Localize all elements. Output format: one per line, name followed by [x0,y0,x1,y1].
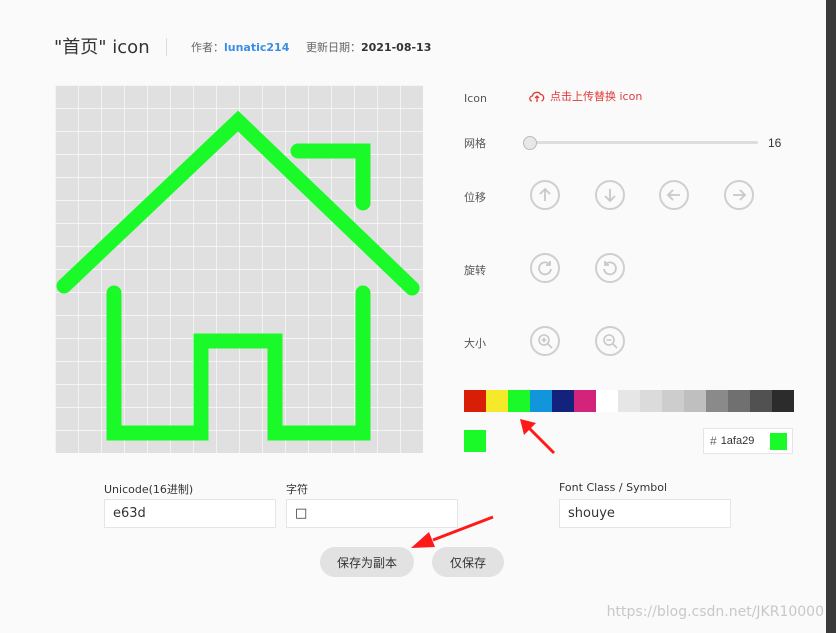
palette-swatch[interactable] [596,390,618,412]
upload-text: 点击上传替换 icon [550,90,643,103]
rotate-label: 旋转 [464,264,486,277]
palette-swatch[interactable] [508,390,530,412]
grid-label: 网格 [464,137,486,150]
date-value: 2021-08-13 [361,41,432,54]
icon-preview-svg [55,85,423,453]
zoom-out-button[interactable] [595,326,625,356]
hex-value: 1afa29 [720,435,755,447]
size-label: 大小 [464,337,486,350]
arrow-right-icon [733,189,747,201]
icon-canvas[interactable] [55,85,423,453]
rotate-right-icon [538,261,552,276]
palette-swatch[interactable] [574,390,596,412]
author-link[interactable]: lunatic214 [224,41,289,54]
rotate-counterclockwise-button[interactable] [595,253,625,283]
move-left-button[interactable] [659,180,689,210]
grid-slider-track[interactable] [530,141,758,144]
page-title: "首页" icon [54,37,150,58]
zoom-in-button[interactable] [530,326,560,356]
arrow-up-icon [539,187,551,201]
unicode-label: Unicode(16进制) [104,483,194,496]
grid-slider-thumb[interactable] [523,136,537,150]
icon-editor-panel: "首页" icon 作者：lunatic214 更新日期：2021-08-13 … [0,0,826,633]
palette-swatch[interactable] [486,390,508,412]
palette-swatch[interactable] [552,390,574,412]
save-only-button[interactable]: 仅保存 [432,547,504,577]
hex-color-input[interactable]: # 1afa29 [703,428,793,454]
current-color-swatch[interactable] [464,430,486,452]
unicode-input[interactable]: e63d [104,499,276,528]
color-palette [464,390,794,412]
move-down-button[interactable] [595,180,625,210]
author-label: 作者： [191,41,224,54]
arrow-down-icon [604,189,616,203]
move-label: 位移 [464,191,486,204]
rotate-clockwise-button[interactable] [530,253,560,283]
update-date: 更新日期：2021-08-13 [306,39,431,55]
palette-swatch[interactable] [750,390,772,412]
palette-swatch[interactable] [684,390,706,412]
hash-symbol: # [710,434,717,448]
upload-icon-link[interactable]: 点击上传替换 icon [528,88,642,104]
font-class-input[interactable]: shouye [559,499,731,528]
date-label: 更新日期： [306,41,361,54]
icon-label: Icon [464,92,487,105]
author-info: 作者：lunatic214 [191,39,289,55]
palette-swatch[interactable] [464,390,486,412]
font-class-label: Font Class / Symbol [559,481,668,494]
save-as-copy-button[interactable]: 保存为副本 [320,547,414,577]
zoom-in-icon [538,334,553,349]
title-divider [166,38,167,56]
move-right-button[interactable] [724,180,754,210]
watermark: https://blog.csdn.net/JKR10000 [606,604,824,620]
char-input[interactable]: □ [286,499,458,528]
palette-swatch[interactable] [772,390,794,412]
rotate-left-icon [603,261,617,276]
zoom-out-icon [603,334,618,349]
palette-swatch[interactable] [728,390,750,412]
move-up-button[interactable] [530,180,560,210]
hex-color-preview [770,432,787,450]
palette-swatch[interactable] [640,390,662,412]
grid-value: 16 [768,136,782,150]
palette-swatch[interactable] [662,390,684,412]
palette-swatch[interactable] [706,390,728,412]
scrollbar[interactable] [826,0,836,633]
cloud-upload-icon [529,91,545,102]
annotation-arrow-palette [520,419,556,455]
palette-swatch[interactable] [618,390,640,412]
char-label: 字符 [286,483,308,496]
arrow-left-icon [666,189,680,201]
palette-swatch[interactable] [530,390,552,412]
